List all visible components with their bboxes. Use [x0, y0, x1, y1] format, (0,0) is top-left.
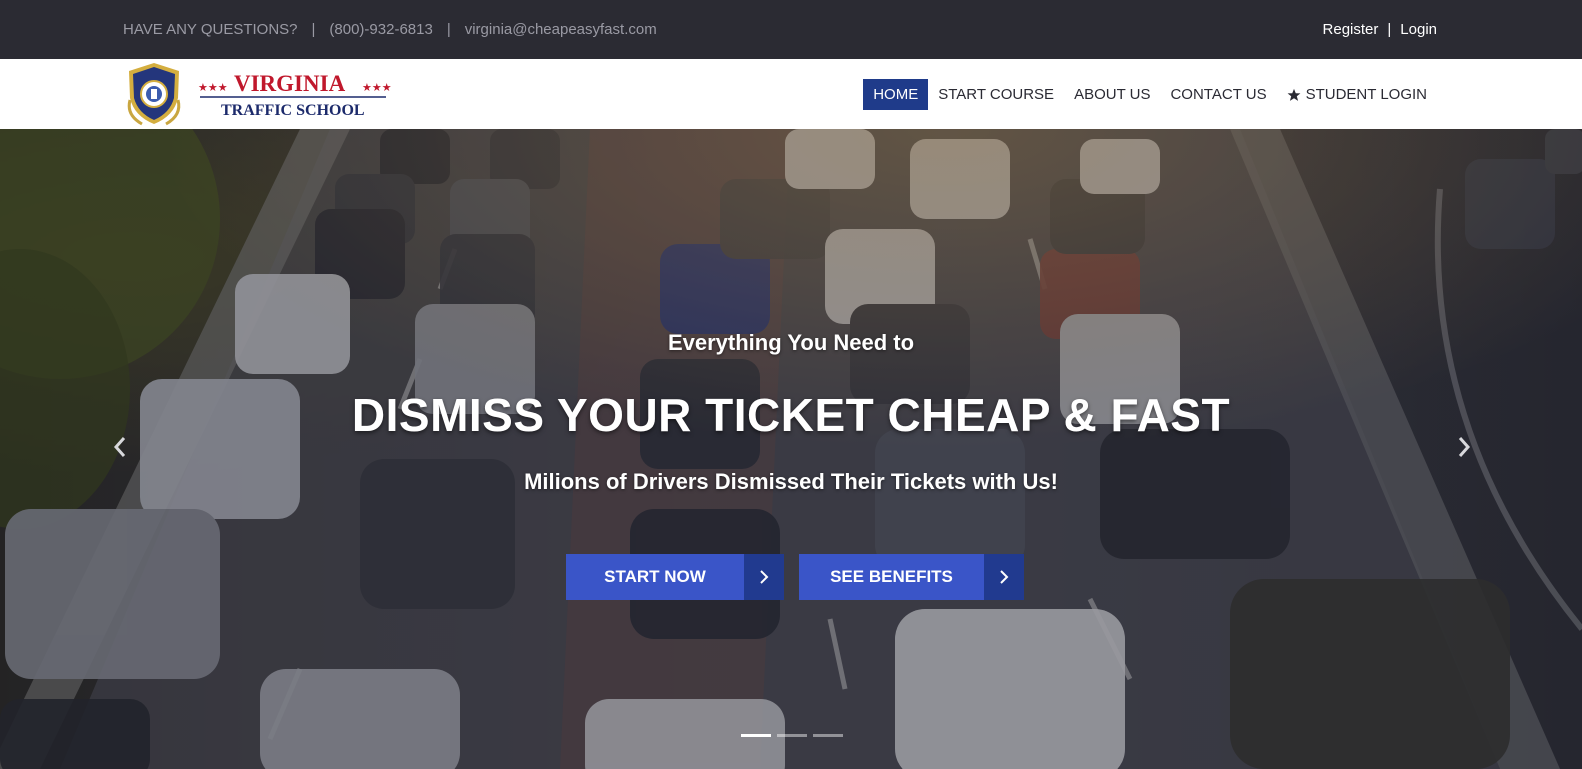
see-benefits-button[interactable]: SEE BENEFITS: [799, 554, 1024, 600]
chevron-right-icon: [744, 554, 784, 600]
nav-start-course-label: START COURSE: [938, 86, 1055, 103]
see-benefits-label: SEE BENEFITS: [799, 554, 984, 600]
login-link[interactable]: Login: [1400, 21, 1437, 38]
start-now-label: START NOW: [566, 554, 744, 600]
register-link[interactable]: Register: [1323, 21, 1379, 38]
main-navbar: ★★★ ★★★ VIRGINIA TRAFFIC SCHOOL HOME STA…: [0, 59, 1582, 129]
carousel-next-button[interactable]: [1452, 429, 1476, 465]
separator: |: [446, 21, 451, 38]
chevron-right-icon: [984, 554, 1024, 600]
top-contact-bar: HAVE ANY QUESTIONS? | (800)-932-6813 | v…: [0, 0, 1582, 59]
separator: |: [1387, 21, 1392, 38]
star-icon: [1287, 88, 1301, 101]
phone-number[interactable]: (800)-932-6813: [329, 21, 432, 38]
hero-overlay: [0, 129, 1582, 769]
nav-home[interactable]: HOME: [863, 79, 929, 110]
svg-text:★★★: ★★★: [198, 82, 228, 94]
hero-title: DISMISS YOUR TICKET CHEAP & FAST: [351, 389, 1231, 441]
chevron-right-icon: [1458, 437, 1471, 457]
contact-info: HAVE ANY QUESTIONS? | (800)-932-6813 | v…: [123, 0, 657, 59]
svg-text:TRAFFIC SCHOOL: TRAFFIC SCHOOL: [221, 102, 365, 119]
email-address[interactable]: virginia@cheapeasyfast.com: [465, 21, 657, 38]
nav-student-login-label: STUDENT LOGIN: [1305, 86, 1427, 103]
hero-carousel: Everything You Need to DISMISS YOUR TICK…: [0, 129, 1582, 769]
carousel-prev-button[interactable]: [108, 429, 132, 465]
virginia-seal-logo: ★★★ ★★★ VIRGINIA TRAFFIC SCHOOL: [127, 63, 392, 126]
nav-home-label: HOME: [873, 86, 919, 103]
main-nav: HOME START COURSE ABOUT US CONTACT US ST…: [863, 79, 1437, 110]
hero-tagline: Milions of Drivers Dismissed Their Ticke…: [524, 469, 1058, 494]
site-logo[interactable]: ★★★ ★★★ VIRGINIA TRAFFIC SCHOOL: [124, 60, 394, 128]
auth-links: Register | Login: [1323, 0, 1437, 59]
svg-text:★★★: ★★★: [362, 82, 392, 94]
questions-label: HAVE ANY QUESTIONS?: [123, 21, 298, 38]
start-now-button[interactable]: START NOW: [566, 554, 784, 600]
carousel-indicators: [741, 734, 849, 737]
chevron-left-icon: [113, 437, 126, 457]
nav-contact-us[interactable]: CONTACT US: [1160, 79, 1276, 110]
nav-about-us-label: ABOUT US: [1074, 86, 1151, 103]
nav-contact-us-label: CONTACT US: [1170, 86, 1267, 103]
carousel-indicator-1[interactable]: [741, 734, 771, 737]
svg-text:VIRGINIA: VIRGINIA: [234, 71, 346, 96]
nav-about-us[interactable]: ABOUT US: [1064, 79, 1160, 110]
carousel-indicator-2[interactable]: [777, 734, 807, 737]
nav-student-login[interactable]: STUDENT LOGIN: [1277, 79, 1437, 110]
carousel-indicator-3[interactable]: [813, 734, 843, 737]
hero-pretitle: Everything You Need to: [667, 330, 915, 355]
separator: |: [311, 21, 316, 38]
nav-start-course[interactable]: START COURSE: [928, 79, 1064, 110]
